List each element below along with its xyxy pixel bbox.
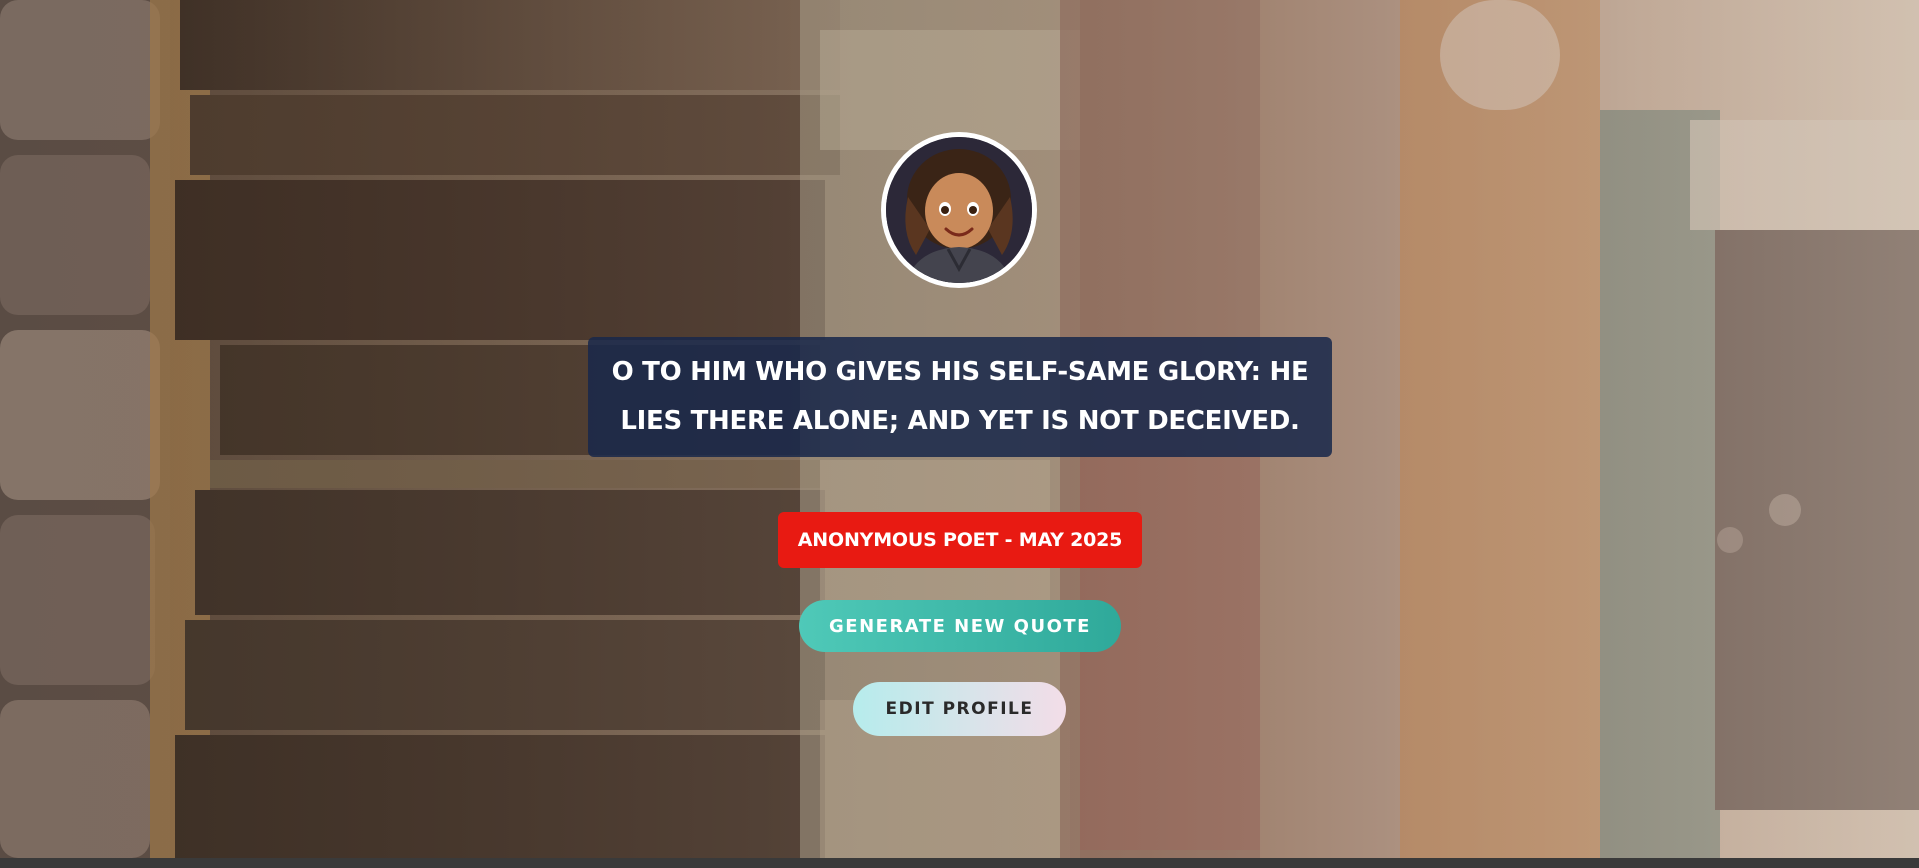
quote-line-1: O TO HIM WHO GIVES HIS SELF-SAME GLORY: … bbox=[611, 357, 1309, 387]
author-label: ANONYMOUS POET - MAY 2025 bbox=[797, 529, 1123, 551]
quote-text: O TO HIM WHO GIVES HIS SELF-SAME GLORY: … bbox=[612, 348, 1309, 446]
girl-avatar-icon bbox=[886, 137, 1032, 283]
generate-quote-button[interactable]: GENERATE NEW QUOTE bbox=[799, 600, 1121, 652]
quote-box: O TO HIM WHO GIVES HIS SELF-SAME GLORY: … bbox=[588, 337, 1332, 457]
bottom-bar bbox=[0, 858, 1919, 868]
author-badge: ANONYMOUS POET - MAY 2025 bbox=[778, 512, 1142, 568]
edit-profile-button[interactable]: EDIT PROFILE bbox=[853, 682, 1066, 736]
profile-avatar bbox=[881, 132, 1037, 288]
quote-line-2: LIES THERE ALONE; AND YET IS NOT DECEIVE… bbox=[620, 406, 1300, 436]
